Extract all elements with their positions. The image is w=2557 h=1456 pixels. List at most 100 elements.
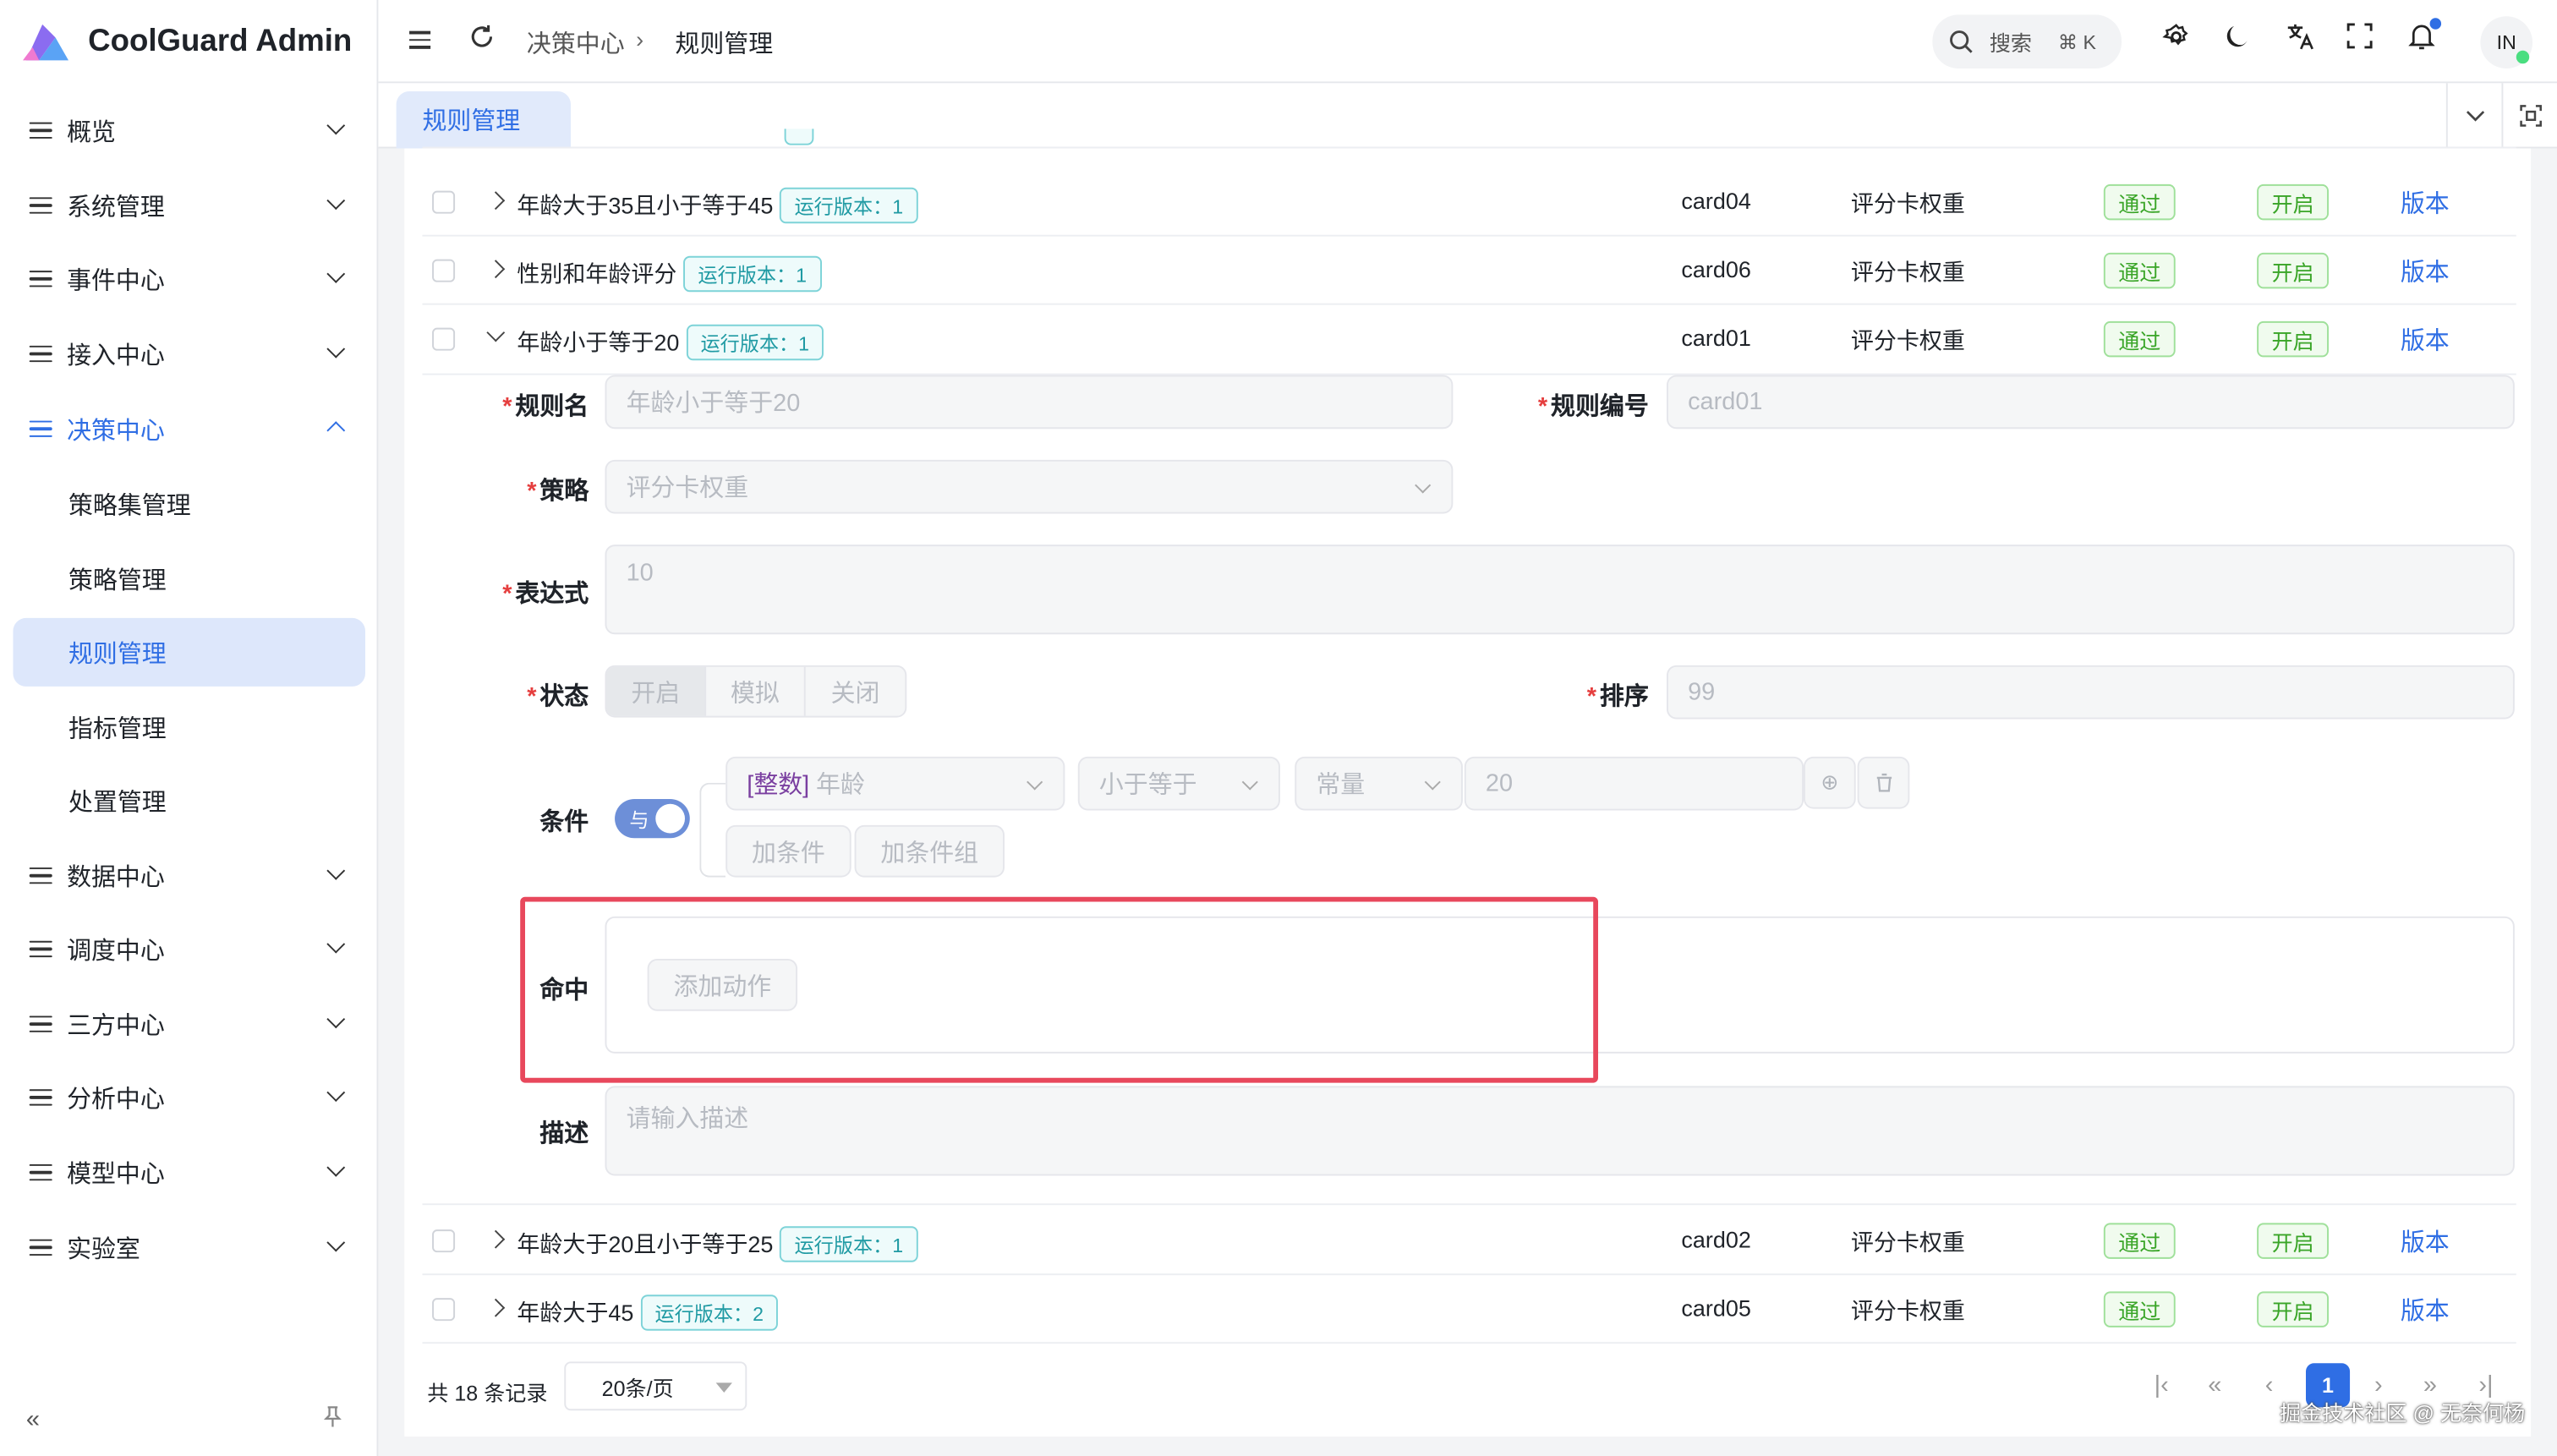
menu-analysis[interactable]: 分析中心: [13, 1065, 365, 1130]
chevron-down-icon: [326, 191, 346, 211]
expand-row-icon[interactable]: [486, 260, 506, 279]
sort-input[interactable]: 99: [1666, 665, 2515, 720]
version-link[interactable]: 版本: [2401, 255, 2450, 288]
trash-icon[interactable]: [1857, 756, 1910, 809]
expand-row-icon[interactable]: [486, 191, 506, 211]
dark-mode-icon[interactable]: [2223, 23, 2251, 58]
gear-icon[interactable]: [2162, 23, 2190, 58]
collapse-sidebar-icon[interactable]: «: [26, 1405, 40, 1433]
menu-model[interactable]: 模型中心: [13, 1140, 365, 1205]
condition-operator-select[interactable]: 小于等于: [1077, 756, 1280, 811]
description-textarea[interactable]: 请输入描述: [605, 1086, 2515, 1176]
row-checkbox[interactable]: [432, 327, 456, 351]
watermark: 掘金技术社区 @ 无奈何杨: [2280, 1400, 2526, 1426]
status-option-simulate[interactable]: 模拟: [706, 666, 806, 716]
menu-data[interactable]: 数据中心: [13, 843, 365, 908]
translate-icon[interactable]: [2286, 23, 2316, 58]
version-link[interactable]: 版本: [2401, 323, 2450, 357]
add-circle-icon[interactable]: ⊕: [1803, 756, 1856, 809]
condition-value-input[interactable]: 20: [1464, 756, 1804, 811]
collapse-row-icon[interactable]: [486, 323, 506, 342]
next-jump-icon[interactable]: »: [2423, 1371, 2437, 1399]
first-page-icon[interactable]: |‹: [2155, 1371, 2169, 1399]
add-condition-group-button[interactable]: 加条件组: [854, 824, 1005, 878]
table-row-expanded[interactable]: 年龄小于等于20 运行版本：1 card01 评分卡权重 通过 开启 版本: [422, 305, 2516, 374]
rule-name-input[interactable]: 年龄小于等于20: [605, 375, 1454, 430]
menu-system[interactable]: 系统管理: [13, 172, 365, 238]
prev-jump-icon[interactable]: «: [2208, 1371, 2221, 1399]
pin-icon[interactable]: [323, 1405, 342, 1433]
table-row[interactable]: 性别和年龄评分 运行版本：1 card06 评分卡权重 通过 开启 版本: [422, 237, 2516, 305]
row-checkbox[interactable]: [432, 190, 456, 214]
add-condition-button[interactable]: 加条件: [725, 824, 851, 878]
menu-lab[interactable]: 实验室: [13, 1215, 365, 1280]
breadcrumb-parent[interactable]: 决策中心: [527, 26, 625, 60]
version-tag: 运行版本：1: [683, 255, 822, 293]
menu-access[interactable]: 接入中心: [13, 321, 365, 386]
version-link[interactable]: 版本: [2401, 186, 2450, 220]
page-size-select[interactable]: 20条/页: [564, 1361, 747, 1411]
last-page-icon[interactable]: ›|: [2478, 1371, 2493, 1399]
submenu-policy[interactable]: 策略管理: [13, 545, 365, 613]
status-option-off[interactable]: 关闭: [806, 667, 906, 716]
submenu-rule[interactable]: 规则管理: [13, 617, 365, 687]
search-box[interactable]: 搜索 ⌘ K: [1932, 14, 2122, 68]
table-row[interactable]: 年龄大于45 运行版本：2 card05 评分卡权重 通过 开启 版本: [422, 1275, 2516, 1344]
prev-page-icon[interactable]: ‹: [2265, 1371, 2274, 1399]
rule-code-label: * 规则编号: [1537, 392, 1649, 421]
rule-name: 性别和年龄评分: [517, 260, 677, 287]
condition-value-type-select[interactable]: 常量: [1295, 756, 1463, 811]
rule-strategy: 评分卡权重: [1850, 190, 1965, 217]
rule-code: card05: [1681, 1295, 1751, 1322]
chevron-down-icon: [326, 934, 346, 954]
version-link[interactable]: 版本: [2401, 1293, 2450, 1327]
menu-event[interactable]: 事件中心: [13, 246, 365, 311]
highlight-box: [520, 896, 1598, 1083]
menu-label: 事件中心: [67, 266, 165, 295]
menu-decision[interactable]: 决策中心: [13, 397, 365, 462]
menu-label: 实验室: [67, 1234, 140, 1263]
expression-textarea[interactable]: 10: [605, 545, 2515, 635]
rule-name: 年龄大于35且小于等于45: [517, 192, 774, 219]
refresh-icon[interactable]: [468, 23, 496, 58]
menu-list-icon: [29, 867, 52, 885]
row-checkbox[interactable]: [432, 259, 456, 282]
menu-label: 分析中心: [67, 1085, 165, 1114]
menu-toggle-icon[interactable]: [409, 30, 431, 49]
logo-icon: [19, 18, 72, 67]
submenu-disposal[interactable]: 处置管理: [13, 766, 365, 835]
bell-icon[interactable]: [2408, 23, 2435, 58]
rule-code: card02: [1681, 1226, 1751, 1253]
search-icon: [1949, 30, 1974, 54]
logic-toggle[interactable]: 与: [615, 798, 690, 839]
chevron-down-icon: [326, 1158, 346, 1177]
breadcrumb-current: 规则管理: [675, 30, 774, 59]
main-content: 年龄大于35且小于等于45 运行版本：1 card04 评分卡权重 通过 开启 版…: [404, 129, 2532, 1437]
rule-name: 年龄小于等于20: [517, 329, 680, 356]
status-option-on[interactable]: 开启: [606, 666, 707, 716]
rule-strategy: 评分卡权重: [1850, 327, 1965, 354]
row-checkbox[interactable]: [432, 1298, 456, 1322]
strategy-select[interactable]: 评分卡权重: [605, 459, 1454, 514]
condition-field-select[interactable]: [整数] 年龄: [725, 756, 1065, 811]
strategy-label: * 策略: [527, 478, 589, 506]
fullscreen-icon[interactable]: [2346, 23, 2373, 57]
submenu-policy-set[interactable]: 策略集管理: [13, 469, 365, 538]
menu-schedule[interactable]: 调度中心: [13, 917, 365, 982]
next-page-icon[interactable]: ›: [2374, 1371, 2383, 1399]
submenu-metric[interactable]: 指标管理: [13, 693, 365, 762]
rule-code-input[interactable]: card01: [1666, 375, 2515, 430]
menu-overview[interactable]: 概览: [13, 98, 365, 163]
expand-row-icon[interactable]: [486, 1298, 506, 1317]
expand-row-icon[interactable]: [486, 1229, 506, 1249]
table-row[interactable]: 年龄大于35且小于等于45 运行版本：1 card04 评分卡权重 通过 开启 版…: [422, 168, 2516, 237]
app-root: CoolGuard Admin 概览 系统管理 事件中心 接入中心 决策中心 策…: [0, 0, 2557, 1456]
app-logo[interactable]: CoolGuard Admin: [19, 16, 352, 68]
version-link[interactable]: 版本: [2401, 1224, 2450, 1259]
rule-name: 年龄大于45: [517, 1300, 634, 1326]
table-row[interactable]: 年龄大于20且小于等于25 运行版本：1 card02 评分卡权重 通过 开启 版…: [422, 1207, 2516, 1276]
row-checkbox[interactable]: [432, 1229, 456, 1253]
status-segmented[interactable]: 开启 模拟 关闭: [605, 665, 907, 718]
menu-third-party[interactable]: 三方中心: [13, 992, 365, 1057]
result-tag: 通过: [2103, 1291, 2176, 1327]
